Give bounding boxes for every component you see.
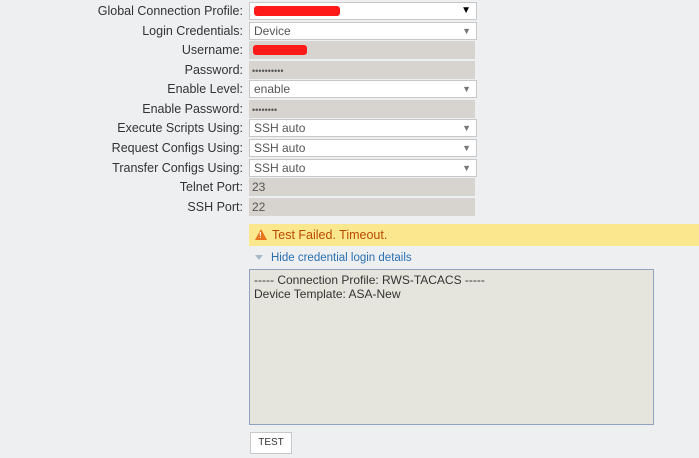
password-row: Password: •••••••••• [0,61,699,79]
enable-password-row: Enable Password: •••••••• [0,100,699,118]
log-line: Device Template: ASA-New [254,287,401,301]
enable-password-value: •••••••• [252,105,278,115]
telnet-port-field[interactable]: 23 [249,178,475,196]
chevron-down-icon: ▼ [461,5,471,16]
telnet-port-row: Telnet Port: 23 [0,178,699,196]
password-field[interactable]: •••••••••• [249,61,475,79]
chevron-down-icon: ▼ [462,84,471,94]
chevron-down-icon: ▼ [462,26,471,36]
enable-level-label: Enable Level: [167,82,243,96]
transfer-configs-select[interactable]: SSH auto ▼ [249,159,477,177]
execute-scripts-label: Execute Scripts Using: [117,121,243,135]
password-value: •••••••••• [252,66,284,76]
test-button[interactable]: TEST [250,432,292,454]
enable-password-field[interactable]: •••••••• [249,100,475,118]
log-line: ----- Connection Profile: RWS-TACACS ---… [254,273,485,287]
ssh-port-label: SSH Port: [187,200,243,214]
request-configs-value: SSH auto [254,141,306,155]
login-credentials-label: Login Credentials: [142,24,243,38]
execute-scripts-select[interactable]: SSH auto ▼ [249,119,477,137]
username-row: Username: [0,41,699,59]
login-details-log[interactable]: ----- Connection Profile: RWS-TACACS ---… [249,269,654,425]
enable-level-select[interactable]: enable ▼ [249,80,477,98]
ssh-port-row: SSH Port: 22 [0,198,699,216]
password-label: Password: [184,63,243,77]
global-profile-row: Global Connection Profile: ▼ [0,2,699,20]
telnet-port-value: 23 [252,180,266,194]
chevron-down-icon: ▼ [462,143,471,153]
execute-scripts-row: Execute Scripts Using: SSH auto ▼ [0,119,699,137]
global-profile-label: Global Connection Profile: [97,4,243,18]
login-credentials-select[interactable]: Device ▼ [249,22,477,40]
telnet-port-label: Telnet Port: [179,180,243,194]
warning-icon: ! [255,229,267,240]
request-configs-row: Request Configs Using: SSH auto ▼ [0,139,699,157]
login-credentials-value: Device [254,24,291,38]
triangle-down-icon [255,255,263,261]
transfer-configs-label: Transfer Configs Using: [112,161,243,175]
username-field[interactable] [249,41,475,59]
status-message: Test Failed. Timeout. [272,228,388,242]
execute-scripts-value: SSH auto [254,121,306,135]
global-profile-select[interactable]: ▼ [249,2,477,20]
test-status-banner: ! Test Failed. Timeout. [249,224,699,246]
redacted-username [253,45,307,55]
hide-details-label: Hide credential login details [271,252,412,264]
ssh-port-value: 22 [252,200,266,214]
request-configs-label: Request Configs Using: [111,141,243,155]
request-configs-select[interactable]: SSH auto ▼ [249,139,477,157]
enable-level-value: enable [254,82,291,96]
login-credentials-row: Login Credentials: Device ▼ [0,22,699,40]
enable-level-row: Enable Level: enable ▼ [0,80,699,98]
enable-password-label: Enable Password: [142,102,243,116]
transfer-configs-row: Transfer Configs Using: SSH auto ▼ [0,159,699,177]
transfer-configs-value: SSH auto [254,161,306,175]
username-label: Username: [181,43,243,57]
redacted-profile-name [254,6,340,16]
ssh-port-field[interactable]: 22 [249,198,475,216]
chevron-down-icon: ▼ [462,123,471,133]
hide-details-toggle[interactable]: Hide credential login details [255,250,412,266]
chevron-down-icon: ▼ [462,163,471,173]
